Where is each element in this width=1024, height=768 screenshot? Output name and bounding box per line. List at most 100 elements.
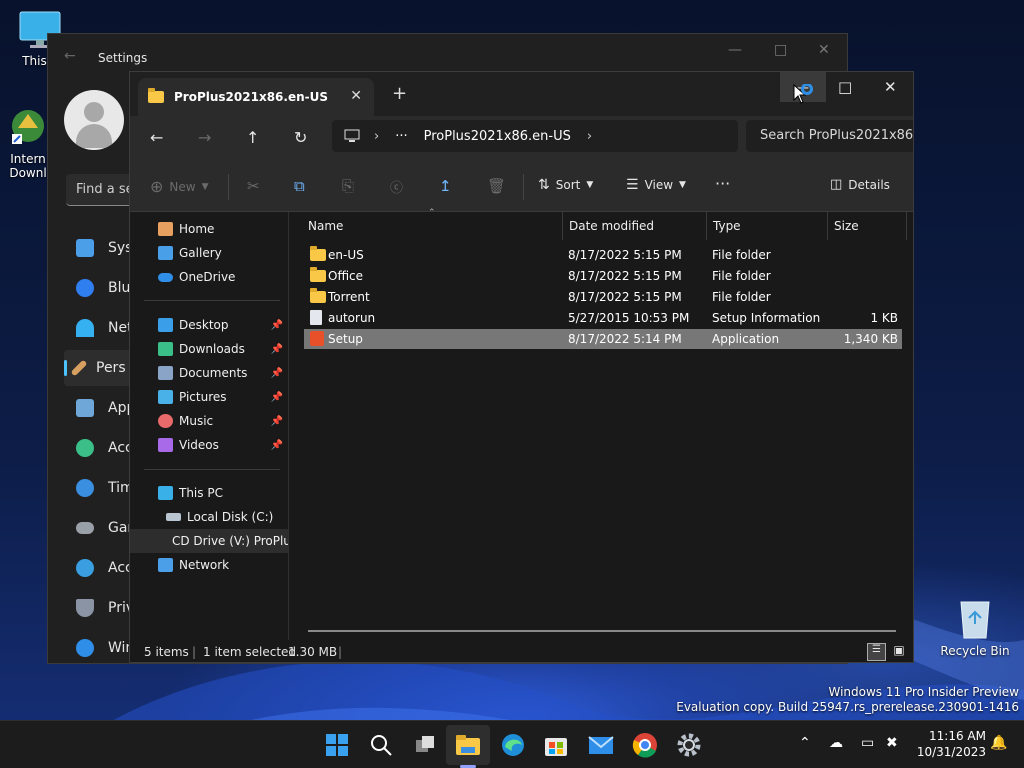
taskbar-edge[interactable]: [498, 730, 528, 760]
address-bar[interactable]: › ··· ProPlus2021x86.en-US ›: [332, 120, 738, 152]
chevron-down-icon: ▼: [201, 181, 209, 192]
accessibility-icon: [76, 559, 94, 577]
file-row[interactable]: Office 8/17/2022 5:15 PM File folder: [304, 266, 902, 286]
address-toolbar: ← → ↑ ↻ › ··· ProPlus2021x86.en-US › Sea…: [130, 116, 913, 162]
close-window-button[interactable]: ✕: [884, 78, 897, 96]
search-input[interactable]: Search ProPlus2021x86.en-US: [746, 120, 913, 152]
file-row[interactable]: en-US 8/17/2022 5:15 PM File folder: [304, 245, 902, 265]
column-header-size[interactable]: Size: [828, 212, 906, 240]
details-pane-button[interactable]: ◫ Details: [830, 177, 890, 192]
chrome-icon: [632, 733, 657, 758]
close-tab-icon[interactable]: ✕: [350, 88, 362, 104]
refresh-button[interactable]: ↻: [294, 128, 307, 147]
breadcrumb-overflow[interactable]: ···: [395, 129, 407, 144]
taskbar-search-button[interactable]: [366, 730, 396, 760]
large-icons-view-icon[interactable]: ▣: [890, 643, 908, 661]
folder-icon: [310, 267, 326, 282]
nav-music[interactable]: Music 📌: [130, 409, 289, 433]
close-button[interactable]: ✕: [818, 42, 830, 58]
notification-bell-icon[interactable]: 🔔: [990, 735, 1007, 751]
up-button[interactable]: ↑: [246, 128, 259, 147]
share-button[interactable]: ↥: [439, 177, 452, 195]
navigation-pane: Home Gallery OneDrive Desktop 📌 Downloads…: [130, 212, 289, 640]
share-icon: ↥: [439, 177, 452, 195]
file-row[interactable]: autorun 5/27/2015 10:53 PM Setup Informa…: [304, 308, 902, 328]
nav-network[interactable]: Network: [130, 553, 289, 577]
paste-icon: ⎘: [342, 177, 355, 195]
taskbar-file-explorer[interactable]: [453, 730, 483, 760]
minimize-button[interactable]: —: [728, 42, 742, 58]
nav-cd-drive[interactable]: CD Drive (V:) ProPlu: [130, 529, 288, 553]
view-button[interactable]: ☰ View ▼: [626, 177, 686, 193]
sound-muted-icon[interactable]: ✖: [886, 735, 898, 751]
back-arrow-icon[interactable]: ←: [64, 48, 76, 64]
rename-button[interactable]: ⓒ: [390, 177, 403, 196]
paste-button[interactable]: ⎘: [342, 177, 354, 195]
taskbar-store[interactable]: [541, 730, 571, 760]
task-view-button[interactable]: [410, 730, 440, 760]
nav-pictures[interactable]: Pictures 📌: [130, 385, 289, 409]
nav-documents[interactable]: Documents 📌: [130, 361, 289, 385]
user-avatar[interactable]: [64, 90, 124, 150]
file-explorer-window[interactable]: ProPlus2021x86.en-US ✕ + — □ ✕ ← → ↑ ↻ ›…: [129, 71, 914, 663]
evaluation-watermark: Windows 11 Pro Insider Preview Evaluatio…: [676, 685, 1019, 715]
horizontal-scrollbar[interactable]: [308, 630, 896, 632]
nav-onedrive[interactable]: OneDrive: [130, 265, 289, 289]
column-header-date[interactable]: Date modified: [563, 212, 706, 240]
task-view-icon: [416, 736, 434, 752]
nav-downloads[interactable]: Downloads 📌: [130, 337, 289, 361]
taskbar: ⌃ ☁ ▭ ✖ 11:16 AM 10/31/2023 🔔: [0, 720, 1024, 768]
gear-icon: [677, 733, 701, 757]
taskbar-chrome[interactable]: [630, 730, 660, 760]
disk-icon: [166, 513, 181, 521]
forward-button[interactable]: →: [198, 128, 211, 147]
column-header-type[interactable]: Type: [707, 212, 827, 240]
cut-button[interactable]: ✂: [247, 177, 260, 195]
mail-icon: [588, 736, 614, 754]
view-list-icon: ☰: [626, 177, 639, 193]
back-button[interactable]: ←: [150, 128, 163, 147]
monitor-icon: [344, 129, 360, 142]
clock-date: 10/31/2023: [916, 745, 986, 759]
maximize-button[interactable]: □: [774, 42, 787, 58]
desktop-folder-icon: [158, 318, 173, 332]
clock[interactable]: 11:16 AM 10/31/2023: [906, 728, 986, 760]
column-header-name[interactable]: Name: [302, 212, 562, 240]
network-icon: [158, 558, 173, 572]
sort-button[interactable]: ⇅ Sort ▼: [538, 177, 593, 193]
pin-icon: 📌: [270, 439, 283, 451]
file-row[interactable]: Torrent 8/17/2022 5:15 PM File folder: [304, 287, 902, 307]
office-setup-icon: [310, 331, 324, 346]
command-bar: ⊕ New ▼ ✂ ⧉ ⎘ ⓒ ↥ 🗑 ⇅ Sort ▼ ☰ View ▼ ··· ◫ Det…: [130, 162, 913, 212]
nav-local-disk[interactable]: Local Disk (C:): [130, 505, 289, 529]
new-tab-button[interactable]: +: [392, 83, 407, 104]
delete-button[interactable]: 🗑: [487, 177, 506, 195]
details-view-icon[interactable]: ☰: [867, 643, 886, 661]
maximize-button[interactable]: □: [838, 78, 852, 96]
onedrive-tray-icon[interactable]: ☁: [829, 735, 843, 751]
new-button[interactable]: ⊕ New ▼: [150, 177, 209, 196]
breadcrumb-current[interactable]: ProPlus2021x86.en-US: [424, 129, 571, 144]
nav-videos[interactable]: Videos 📌: [130, 433, 289, 457]
desktop-icon-recycle-bin[interactable]: Recycle Bin: [940, 596, 1010, 658]
nav-this-pc[interactable]: This PC: [130, 481, 289, 505]
chevron-down-icon: ▼: [586, 180, 594, 190]
file-row-selected[interactable]: Setup 8/17/2022 5:14 PM Application 1,34…: [304, 329, 902, 349]
gaming-icon: [76, 522, 94, 534]
nav-gallery[interactable]: Gallery: [130, 241, 289, 265]
search-icon: [371, 735, 392, 756]
taskbar-settings[interactable]: [674, 730, 704, 760]
nav-desktop[interactable]: Desktop 📌: [130, 313, 289, 337]
display-tray-icon[interactable]: ▭: [861, 735, 874, 751]
watermark-line-1: Windows 11 Pro Insider Preview: [828, 685, 1019, 699]
pin-icon: 📌: [270, 367, 283, 379]
folder-icon: [148, 88, 164, 103]
chevron-up-icon[interactable]: ⌃: [799, 735, 811, 751]
tab-proplus[interactable]: ProPlus2021x86.en-US ✕: [138, 78, 374, 116]
taskbar-mail[interactable]: [586, 730, 616, 760]
start-button[interactable]: [322, 730, 352, 760]
more-options-button[interactable]: ···: [715, 174, 730, 193]
rename-icon: ⓒ: [390, 181, 404, 196]
copy-button[interactable]: ⧉: [294, 177, 305, 195]
nav-home[interactable]: Home: [130, 217, 289, 241]
